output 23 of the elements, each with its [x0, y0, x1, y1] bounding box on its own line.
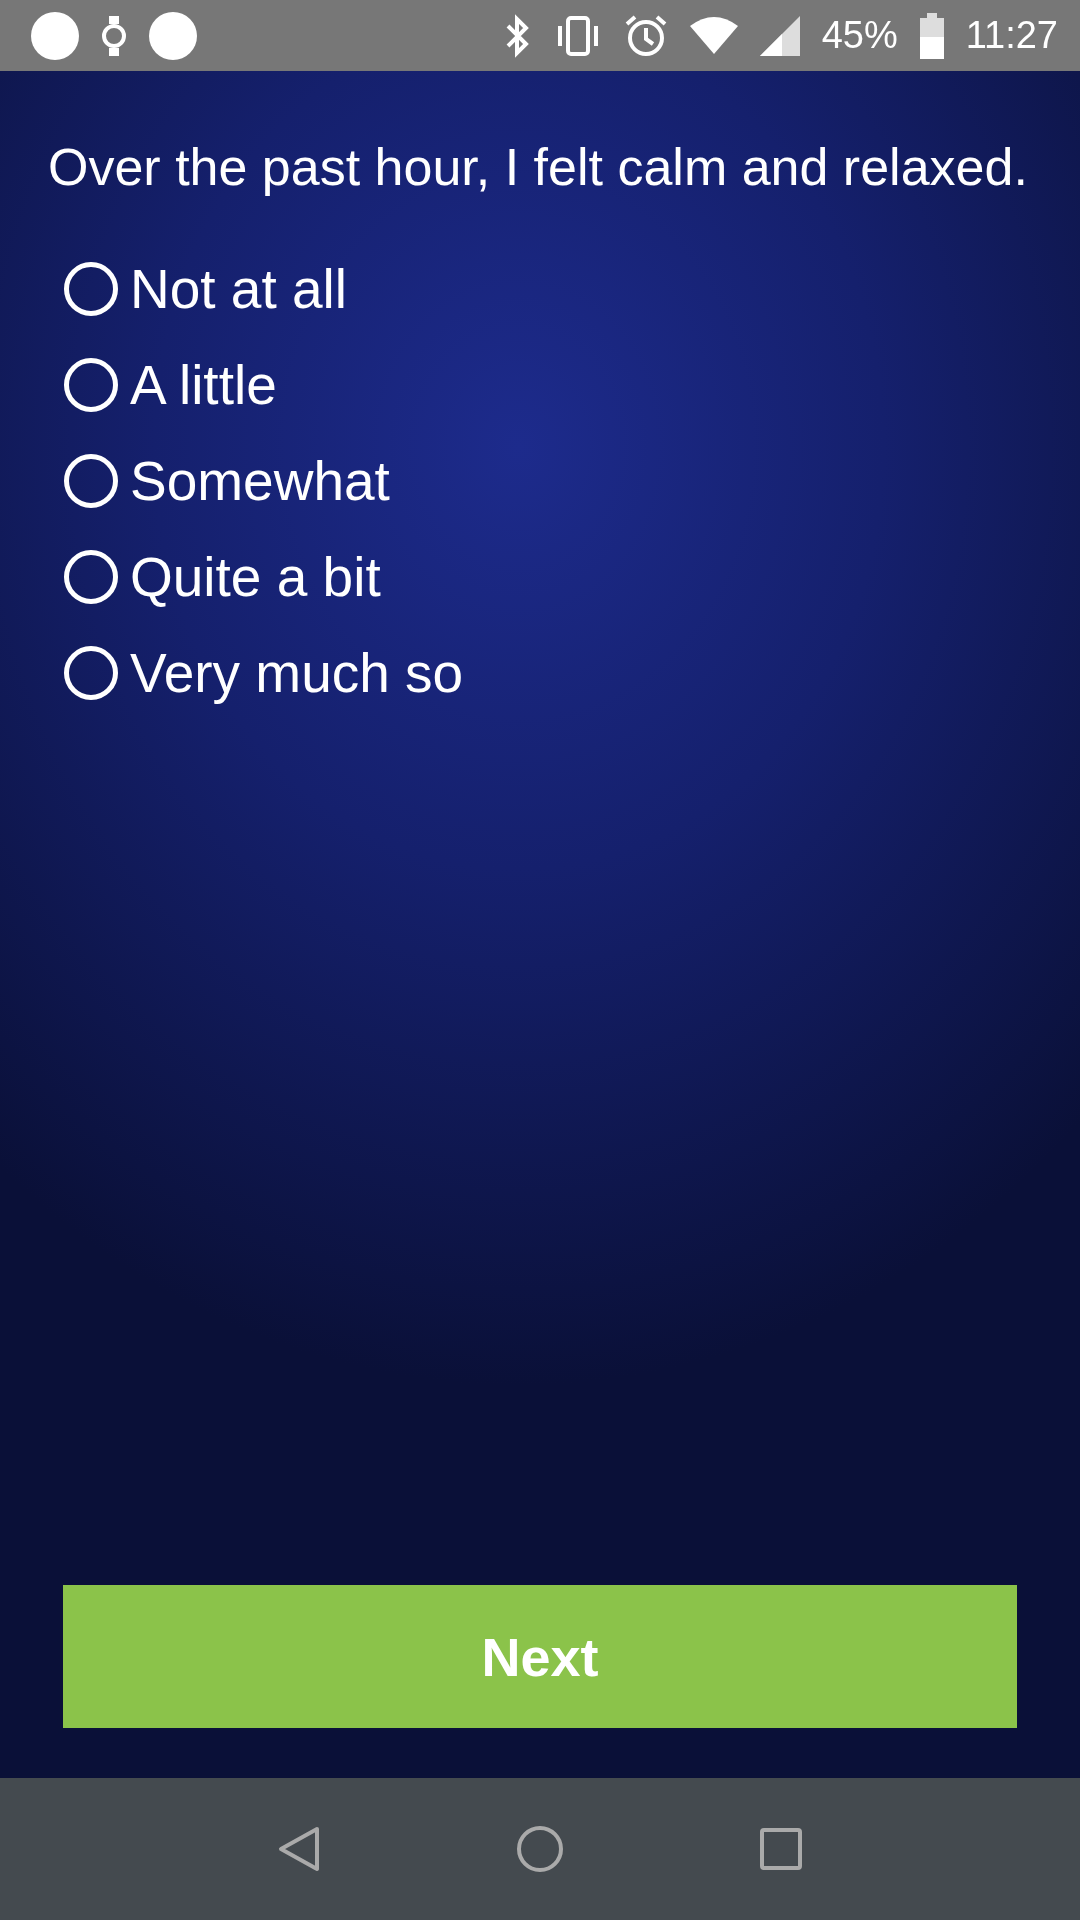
- answer-option[interactable]: Somewhat: [48, 433, 1032, 529]
- watch-icon: [102, 15, 126, 56]
- notification-icon: [30, 10, 80, 61]
- radio-button[interactable]: [64, 646, 118, 700]
- question-text: Over the past hour, I felt calm and relaxed.: [48, 137, 1029, 198]
- answer-option[interactable]: Not at all: [48, 241, 1032, 337]
- battery-icon: [919, 12, 944, 59]
- answer-option[interactable]: Very much so: [48, 625, 1032, 721]
- home-button[interactable]: [516, 1825, 564, 1873]
- alarm-icon: [623, 13, 668, 58]
- radio-button[interactable]: [64, 454, 118, 508]
- recent-apps-button[interactable]: [758, 1827, 803, 1871]
- battery-percentage: 45%: [821, 14, 898, 57]
- radio-button[interactable]: [64, 550, 118, 604]
- radio-button[interactable]: [64, 358, 118, 412]
- back-button[interactable]: [277, 1825, 322, 1873]
- clock-time: 11:27: [965, 14, 1058, 57]
- answer-option[interactable]: A little: [48, 337, 1032, 433]
- wifi-icon: [689, 15, 738, 56]
- answer-option[interactable]: Quite a bit: [48, 529, 1032, 625]
- notification-icon: [148, 10, 198, 61]
- signal-icon: [759, 15, 800, 56]
- radio-button[interactable]: [64, 262, 118, 316]
